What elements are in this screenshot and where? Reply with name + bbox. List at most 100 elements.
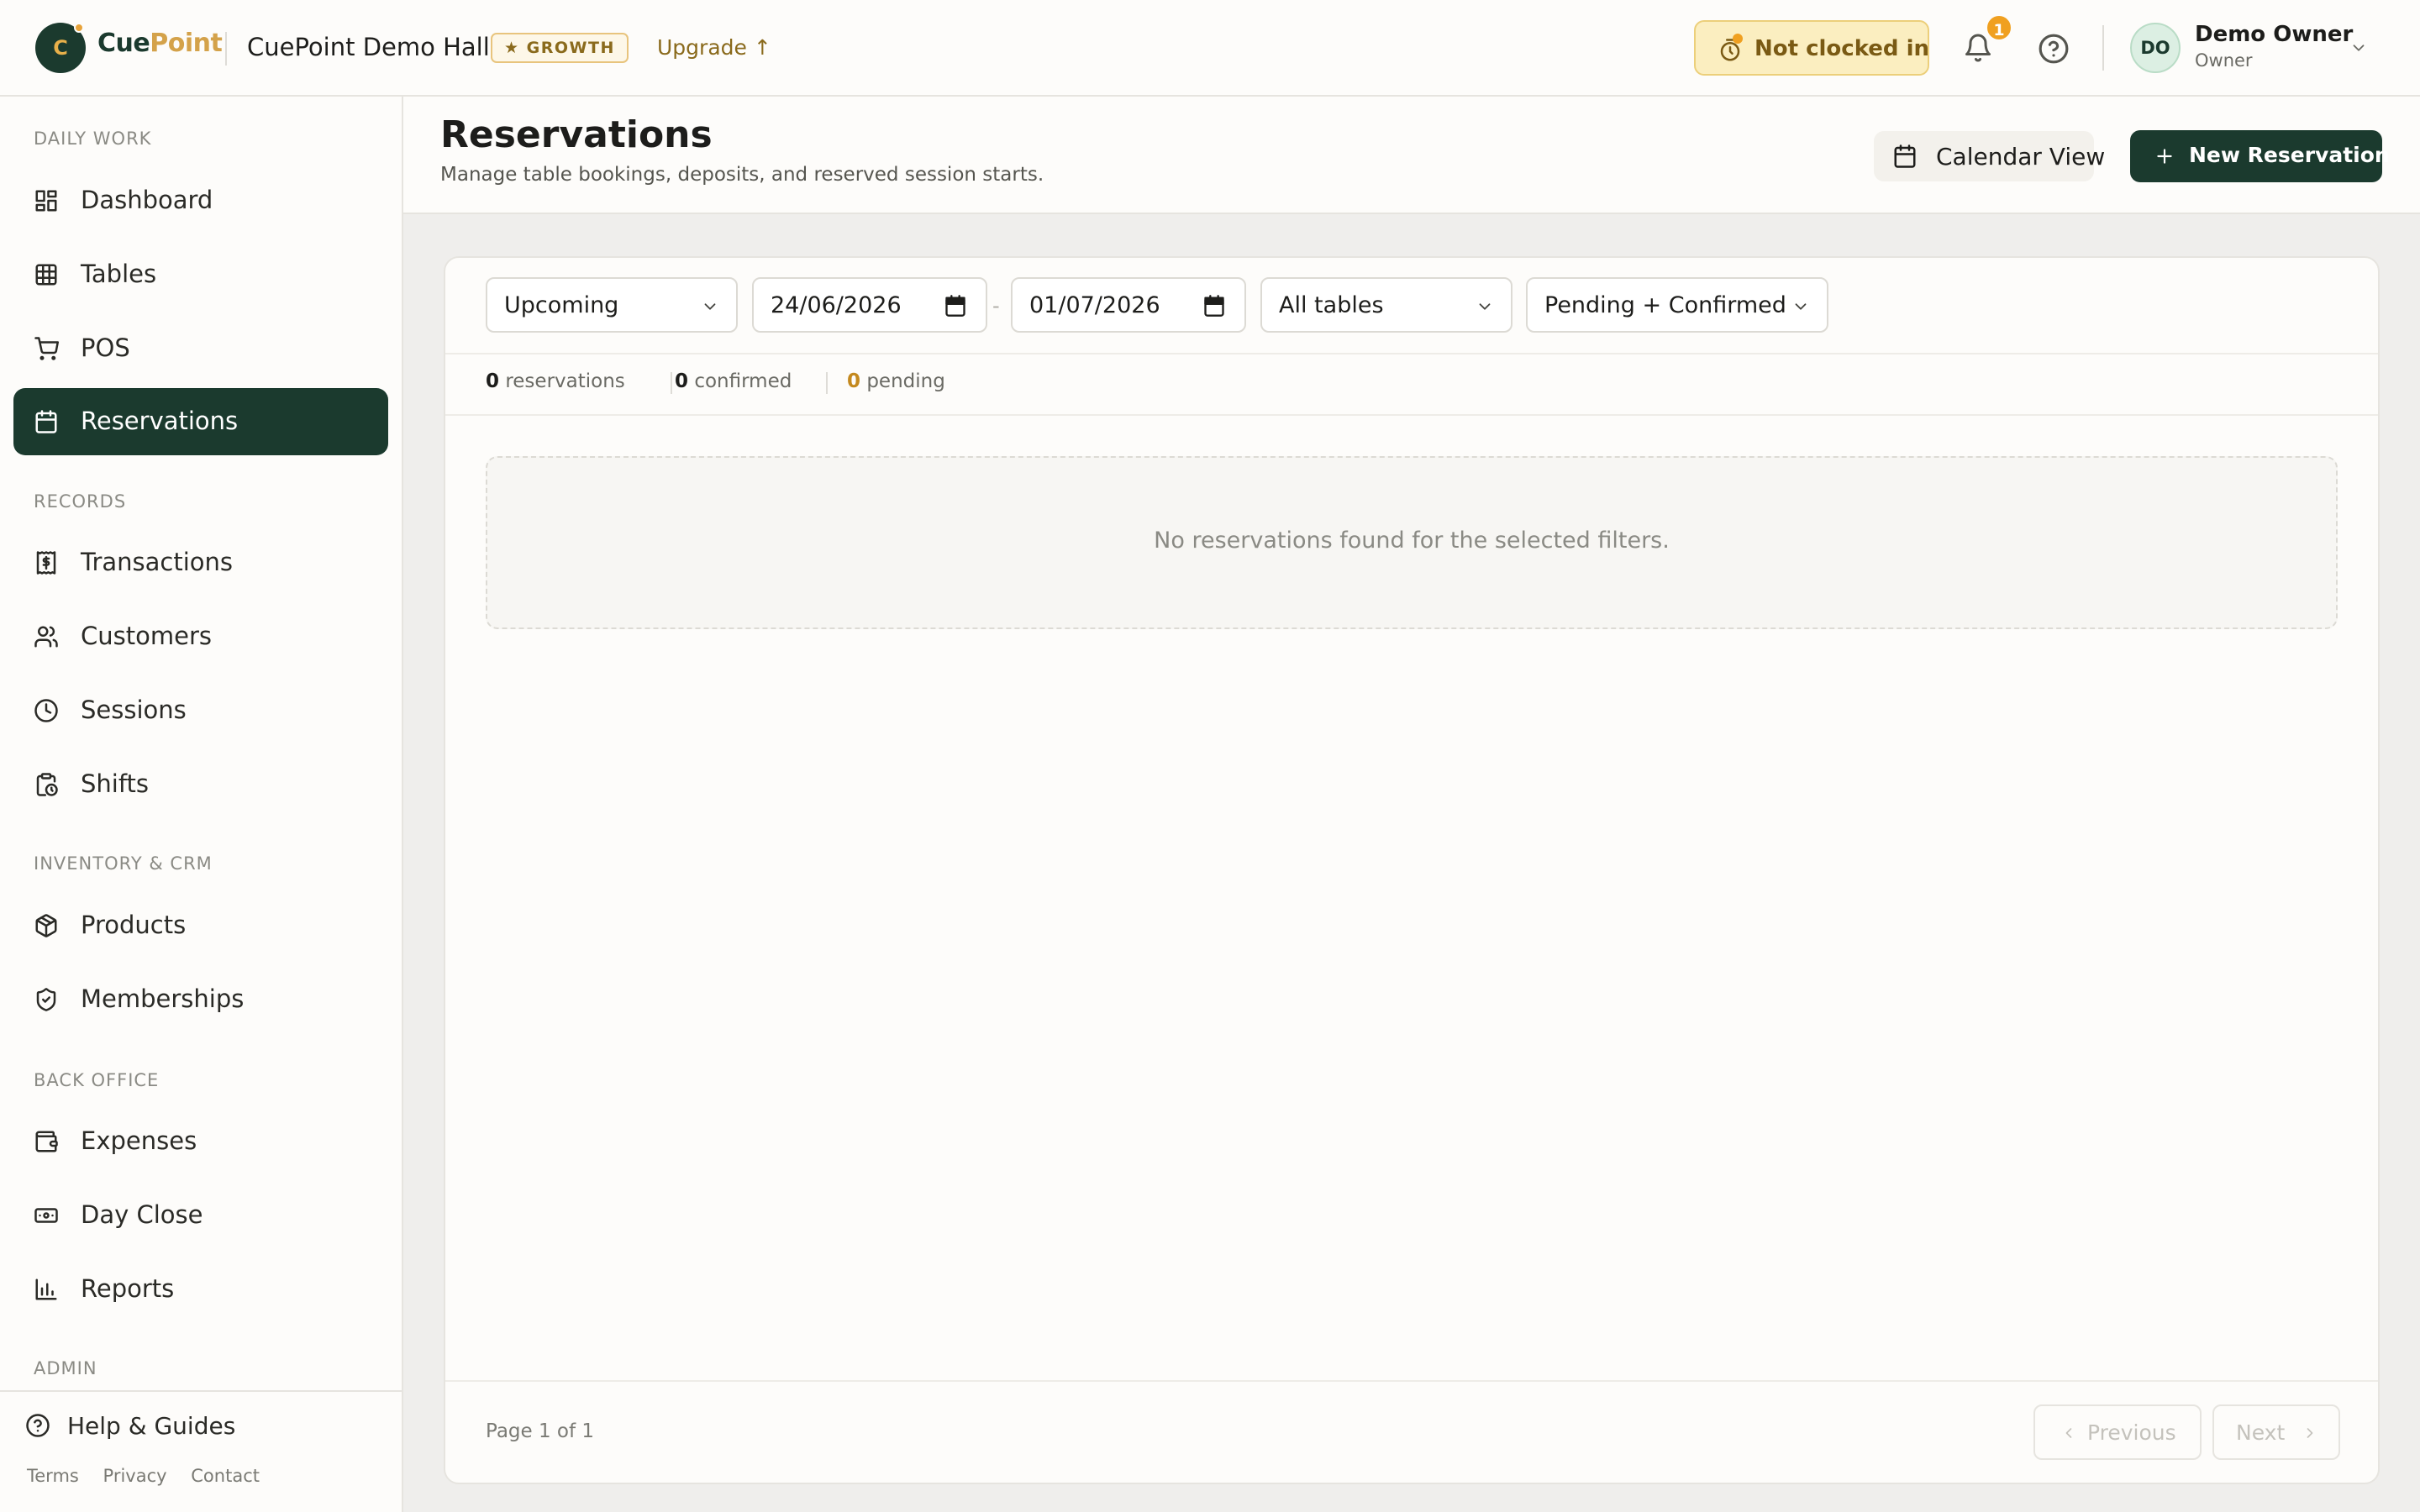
empty-state-message: No reservations found for the selected f… [1154, 528, 1670, 554]
sidebar-item-label: Memberships [81, 984, 245, 1013]
sidebar: DAILY WORK Dashboard Tables POS Reservat… [0, 97, 403, 1512]
stat-reservations-count: 0 [486, 370, 500, 392]
footer-links: Terms Privacy Contact [27, 1466, 278, 1486]
page-header: Reservations Manage table bookings, depo… [403, 97, 2420, 214]
date-to-input[interactable]: 01/07/2026 [1011, 277, 1246, 333]
sidebar-item-label: Dashboard [81, 186, 213, 214]
chevron-down-icon[interactable] [2349, 39, 2368, 57]
table-select-value: All tables [1279, 292, 1384, 318]
previous-page-button[interactable]: Previous [2033, 1404, 2202, 1460]
cart-icon [34, 337, 59, 360]
scope-select-value: Upcoming [504, 292, 619, 318]
brand-name-part1: Cue [97, 29, 150, 58]
date-to-value: 01/07/2026 [1029, 292, 1160, 318]
divider [671, 372, 672, 394]
contact-link[interactable]: Contact [191, 1466, 260, 1486]
terms-link[interactable]: Terms [27, 1466, 79, 1486]
avatar[interactable]: DO [2130, 23, 2181, 73]
sidebar-item-reservations[interactable]: Reservations [13, 388, 388, 455]
upgrade-link[interactable]: Upgrade ↑ [657, 35, 771, 60]
stat-reservations-label: reservations [505, 370, 625, 392]
plus-icon [2157, 149, 2172, 164]
status-select[interactable]: Pending + Confirmed [1526, 277, 1828, 333]
chevron-right-icon [2307, 1428, 2313, 1438]
clock-status-label: Not clocked in [1754, 36, 1930, 61]
calendar-icon[interactable] [1202, 294, 1226, 318]
brand-name[interactable]: CuePoint [97, 29, 223, 58]
empty-state: No reservations found for the selected f… [486, 456, 2338, 629]
divider [445, 414, 2378, 416]
top-bar: C CuePoint CuePoint Demo Hall ★ GROWTH U… [0, 0, 2420, 97]
privacy-link[interactable]: Privacy [103, 1466, 167, 1486]
next-page-label: Next [2236, 1420, 2286, 1445]
sidebar-item-label: Transactions [81, 548, 234, 576]
section-label-inventory-crm: INVENTORY & CRM [34, 853, 213, 874]
sidebar-item-shifts[interactable]: Shifts [13, 751, 388, 818]
scope-select[interactable]: Upcoming [486, 277, 738, 333]
sidebar-item-label: Sessions [81, 696, 187, 724]
stat-pending-count: 0 [847, 370, 861, 392]
notification-badge: 1 [1985, 13, 2013, 42]
user-name[interactable]: Demo Owner [2195, 22, 2353, 47]
divider [826, 372, 828, 394]
calendar-icon [1894, 144, 1916, 168]
divider [445, 1380, 2378, 1382]
sidebar-item-label: Day Close [81, 1200, 203, 1229]
sidebar-item-day-close[interactable]: Day Close [13, 1182, 388, 1249]
plan-badge: ★ GROWTH [491, 33, 629, 63]
calendar-icon[interactable] [944, 294, 967, 318]
banknote-icon [34, 1208, 58, 1223]
sidebar-item-label: Customers [81, 622, 212, 650]
table-grid-icon [35, 264, 57, 286]
venue-name: CuePoint Demo Hall [247, 33, 490, 61]
stat-confirmed: 0 confirmed [675, 370, 792, 392]
sidebar-item-label: Reservations [81, 407, 239, 435]
clipboard-clock-icon [36, 773, 58, 796]
help-icon [26, 1414, 50, 1437]
table-select[interactable]: All tables [1260, 277, 1512, 333]
status-dot [1733, 34, 1743, 44]
previous-page-label: Previous [2087, 1420, 2176, 1445]
date-from-input[interactable]: 24/06/2026 [752, 277, 987, 333]
chevron-down-icon [1795, 303, 1807, 310]
sidebar-item-sessions[interactable]: Sessions [13, 677, 388, 744]
next-page-button[interactable]: Next [2212, 1404, 2340, 1460]
clock-status-button[interactable]: Not clocked in [1694, 20, 1929, 76]
clock-icon [34, 699, 58, 722]
stat-pending-label: pending [866, 370, 945, 392]
user-role: Owner [2195, 50, 2253, 71]
wallet-icon [35, 1131, 58, 1152]
sidebar-item-expenses[interactable]: Expenses [13, 1108, 388, 1175]
section-label-records: RECORDS [34, 491, 127, 512]
sidebar-item-customers[interactable]: Customers [13, 603, 388, 670]
calendar-view-button[interactable]: Calendar View [1874, 131, 2105, 181]
sidebar-item-memberships[interactable]: Memberships [13, 966, 388, 1033]
reservations-card: Upcoming 24/06/2026 - 01/07/2026 All tab… [444, 256, 2380, 1484]
chevron-left-icon [2065, 1428, 2072, 1438]
sidebar-item-transactions[interactable]: Transactions [13, 529, 388, 596]
stat-reservations: 0 reservations [486, 370, 625, 392]
new-reservation-button[interactable]: New Reservation [2130, 130, 2390, 182]
sidebar-item-tables[interactable]: Tables [13, 241, 388, 308]
sidebar-item-label: POS [81, 333, 130, 362]
sidebar-item-dashboard[interactable]: Dashboard [13, 167, 388, 234]
help-guides-label: Help & Guides [67, 1412, 236, 1440]
page-info: Page 1 of 1 [486, 1420, 595, 1442]
sidebar-item-reports[interactable]: Reports [13, 1256, 388, 1323]
section-label-daily-work: DAILY WORK [34, 129, 152, 149]
sidebar-item-products[interactable]: Products [13, 892, 388, 959]
section-label-back-office: BACK OFFICE [34, 1070, 160, 1090]
status-select-value: Pending + Confirmed [1544, 292, 1786, 318]
dashboard-icon [35, 190, 57, 212]
stat-confirmed-count: 0 [675, 370, 689, 392]
divider [445, 353, 2378, 354]
chevron-down-icon [704, 303, 716, 310]
box-icon [35, 914, 57, 937]
sidebar-item-pos[interactable]: POS [13, 315, 388, 382]
divider [0, 1390, 402, 1392]
date-separator: - [992, 294, 1000, 318]
sidebar-item-label: Reports [81, 1274, 175, 1303]
section-label-admin: ADMIN [34, 1358, 97, 1378]
help-icon[interactable] [2038, 33, 2070, 65]
receipt-icon [36, 551, 56, 575]
